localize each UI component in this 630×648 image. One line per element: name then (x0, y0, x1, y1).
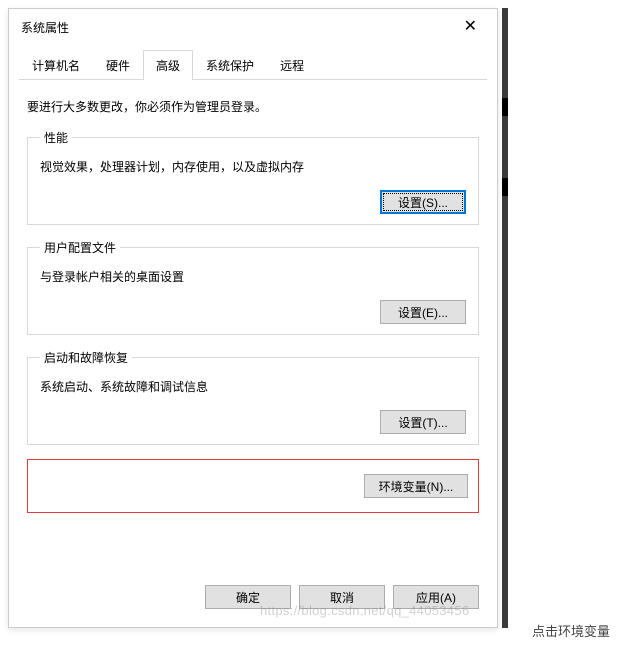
tab-system-protection[interactable]: 系统保护 (193, 50, 267, 80)
dialog-body: 要进行大多数更改，你必须作为管理员登录。 性能 视觉效果，处理器计划，内存使用，… (9, 80, 497, 533)
annotation-highlight-box: 环境变量(N)... (27, 459, 479, 513)
instruction-caption: 点击环境变量 (532, 621, 610, 640)
tab-hardware[interactable]: 硬件 (93, 50, 143, 80)
startup-recovery-settings-button[interactable]: 设置(T)... (380, 410, 466, 434)
user-profiles-group: 用户配置文件 与登录帐户相关的桌面设置 设置(E)... (27, 239, 479, 335)
tab-advanced[interactable]: 高级 (143, 50, 193, 80)
admin-required-text: 要进行大多数更改，你必须作为管理员登录。 (27, 98, 479, 115)
performance-desc: 视觉效果，处理器计划，内存使用，以及虚拟内存 (40, 158, 466, 175)
user-profiles-desc: 与登录帐户相关的桌面设置 (40, 268, 466, 285)
user-profiles-settings-button[interactable]: 设置(E)... (380, 300, 466, 324)
system-properties-dialog: 系统属性 ✕ 计算机名 硬件 高级 系统保护 远程 要进行大多数更改，你必须作为… (8, 8, 498, 628)
dialog-title: 系统属性 (21, 19, 69, 36)
close-icon[interactable]: ✕ (456, 17, 485, 37)
titlebar: 系统属性 ✕ (9, 9, 497, 43)
dialog-action-row: 确定 取消 应用(A) (205, 579, 489, 619)
apply-button[interactable]: 应用(A) (393, 585, 479, 609)
adjacent-window-edge (502, 8, 508, 628)
ok-button[interactable]: 确定 (205, 585, 291, 609)
tab-remote[interactable]: 远程 (267, 50, 317, 80)
tab-computer-name[interactable]: 计算机名 (19, 50, 93, 80)
startup-recovery-desc: 系统启动、系统故障和调试信息 (40, 378, 466, 395)
cancel-button[interactable]: 取消 (299, 585, 385, 609)
startup-recovery-legend: 启动和故障恢复 (40, 349, 132, 366)
environment-variables-button[interactable]: 环境变量(N)... (364, 474, 468, 498)
user-profiles-legend: 用户配置文件 (40, 239, 120, 256)
startup-recovery-group: 启动和故障恢复 系统启动、系统故障和调试信息 设置(T)... (27, 349, 479, 445)
performance-settings-button[interactable]: 设置(S)... (380, 190, 466, 214)
tab-strip: 计算机名 硬件 高级 系统保护 远程 (19, 49, 487, 80)
performance-group: 性能 视觉效果，处理器计划，内存使用，以及虚拟内存 设置(S)... (27, 129, 479, 225)
performance-legend: 性能 (40, 129, 72, 146)
